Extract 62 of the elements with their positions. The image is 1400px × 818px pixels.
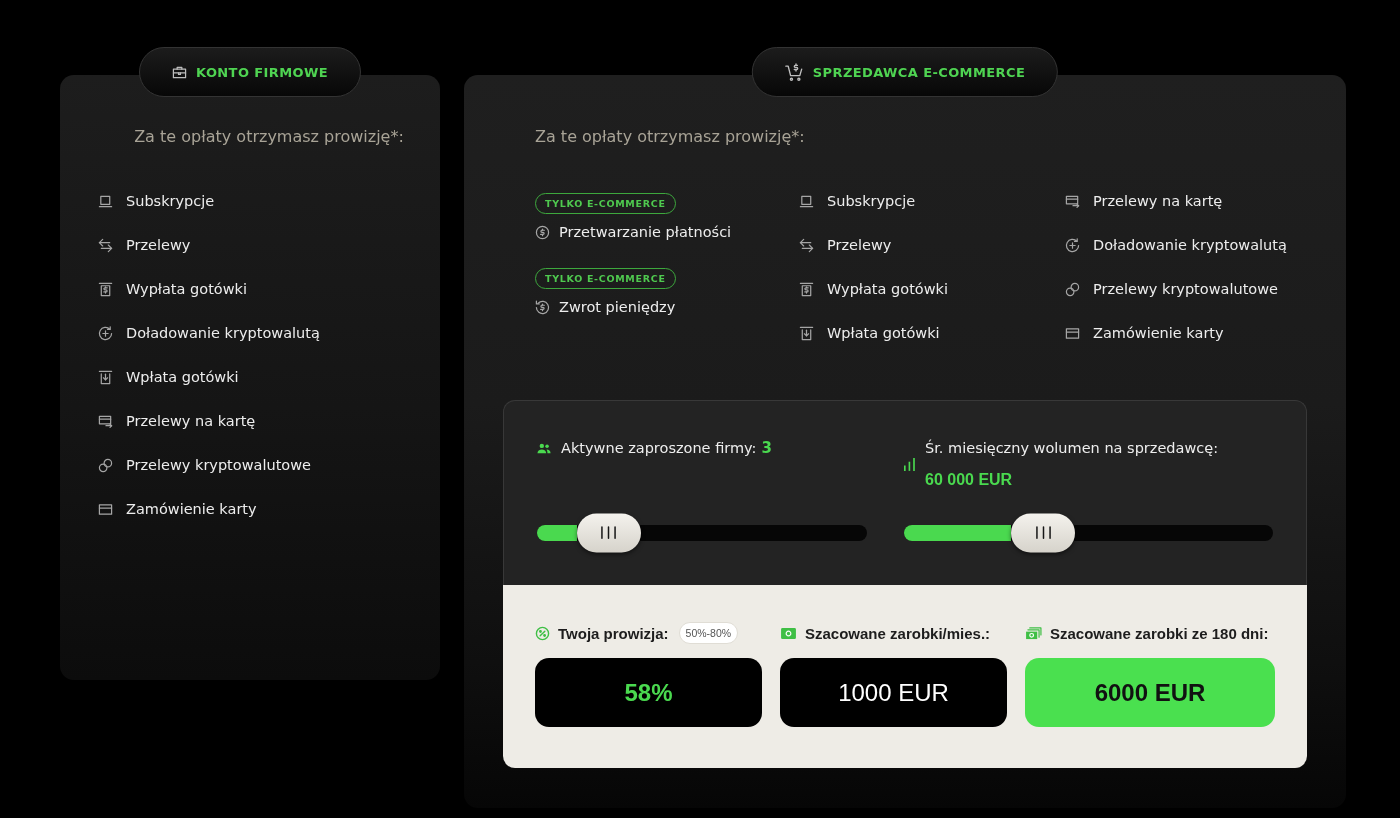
grip-icon <box>1035 525 1051 540</box>
percent-circle-icon <box>535 625 550 641</box>
dollar-coin-icon <box>535 224 550 240</box>
signal-bars-icon <box>904 457 915 471</box>
fee-item: Przelewy kryptowalutowe <box>1093 280 1278 299</box>
result-display: 6000 EUR <box>1025 658 1275 727</box>
section-title: KONTO FIRMOWE <box>196 64 328 80</box>
fee-item: Przelewy <box>827 236 892 255</box>
fee-item: Wpłata gotówki <box>126 368 239 387</box>
arrows-icon <box>799 237 814 253</box>
fee-item: Doładowanie kryptowalutą <box>126 324 320 343</box>
slider-label: Aktywne zaproszone firmy: <box>561 440 757 456</box>
circle-plus-icon <box>98 325 113 341</box>
fee-item: Przelewy <box>126 236 191 255</box>
fee-item: Wpłata gotówki <box>827 324 940 343</box>
banknote-icon <box>780 626 797 640</box>
result-label: Twoja prowizja: <box>558 624 669 642</box>
fee-item: Zamówienie karty <box>126 500 257 519</box>
fee-item: Przetwarzanie płatności <box>559 223 732 242</box>
fee-item: Wypłata gotówki <box>827 280 948 299</box>
fee-item: Przelewy na kartę <box>126 412 256 431</box>
slider-thumb[interactable] <box>576 513 641 552</box>
slider-value: 3 <box>761 439 772 457</box>
fee-item: Zamówienie karty <box>1093 324 1224 343</box>
credit-card-icon <box>1065 325 1080 341</box>
grip-icon <box>601 525 617 540</box>
laptop-icon <box>799 193 814 209</box>
fees-intro: Za te opłaty otrzymasz prowizję*: <box>534 126 806 148</box>
coins-icon <box>1065 281 1080 297</box>
people-icon <box>537 442 551 454</box>
fee-item: Przelewy kryptowalutowe <box>126 456 311 475</box>
range-hint: 50%-80% <box>678 622 739 644</box>
coins-icon <box>98 457 113 473</box>
dollar-slip-icon <box>799 281 814 297</box>
fee-item: Subskrypcje <box>126 192 215 211</box>
dollar-arrow-circle-icon <box>535 299 550 315</box>
circle-plus-icon <box>1065 237 1080 253</box>
slider-thumb[interactable] <box>1011 513 1075 552</box>
result-label: Szacowane zarobki/mies.: <box>805 624 991 642</box>
dollar-slip-icon <box>98 281 113 297</box>
result-display: 58% <box>535 658 762 727</box>
result-display: 1000 EUR <box>780 658 1007 727</box>
card-arrows-icon <box>1065 193 1080 209</box>
fee-item: Przelewy na kartę <box>1093 192 1223 211</box>
fee-item: Doładowanie kryptowalutą <box>1093 236 1287 255</box>
fee-item: Zwrot pieniędzy <box>559 298 676 317</box>
slider-label: Śr. miesięczny wolumen na sprzedawcę: <box>925 440 1219 456</box>
fees-intro: Za te opłaty otrzymasz prowizję*: <box>133 126 405 148</box>
card-arrows-icon <box>98 413 113 429</box>
laptop-icon <box>98 193 113 209</box>
bill-stack-icon <box>1025 626 1042 640</box>
arrows-icon <box>98 237 113 253</box>
credit-card-icon <box>98 501 113 517</box>
tray-arrow-icon <box>799 325 814 341</box>
fee-item: Wypłata gotówki <box>126 280 247 299</box>
result-label: Szacowane zarobki ze 180 dni: <box>1050 624 1269 642</box>
cart-dollar-icon <box>784 62 804 82</box>
fee-item: Subskrypcje <box>827 192 916 211</box>
tray-arrow-icon <box>98 369 113 385</box>
section-title: SPRZEDAWCA E-COMMERCE <box>812 64 1026 80</box>
slider-value: 60 000 EUR <box>925 470 1014 490</box>
briefcase-icon <box>172 64 187 80</box>
